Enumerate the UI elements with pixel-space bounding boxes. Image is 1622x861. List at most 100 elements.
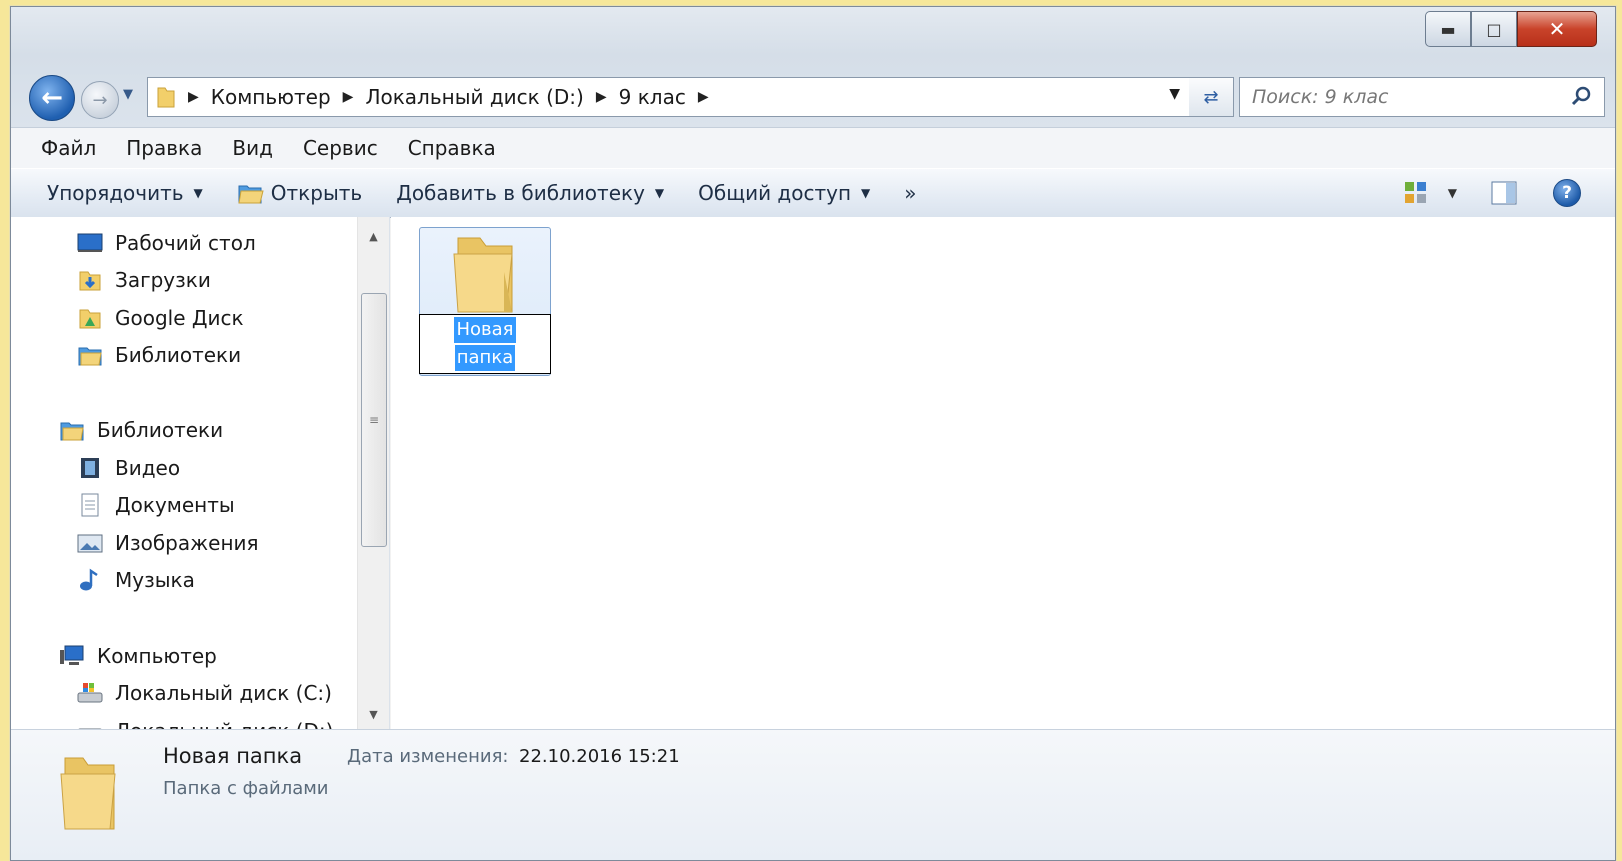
open-label: Открыть (270, 181, 363, 205)
downloads-icon (79, 271, 101, 291)
minimize-button[interactable]: ▬ (1425, 11, 1471, 47)
close-button[interactable]: ✕ (1517, 11, 1597, 47)
forward-button[interactable]: → (81, 81, 119, 119)
details-type: Папка с файлами (163, 778, 329, 799)
add-to-library-button[interactable]: Добавить в библиотеку ▼ (396, 181, 664, 205)
crumb-separator-icon[interactable]: ▶ (596, 89, 607, 105)
rename-text-line2[interactable]: папка (454, 345, 516, 371)
scroll-up-icon[interactable]: ▲ (358, 221, 389, 251)
refresh-button[interactable]: ⇄ (1189, 77, 1234, 117)
nav-item-drive-c[interactable]: Локальный диск (C:) (77, 681, 332, 705)
nav-label: Библиотеки (115, 343, 242, 367)
drive-d-icon (78, 728, 102, 729)
add-to-library-label: Добавить в библиотеку (396, 181, 645, 205)
nav-label: Видео (115, 456, 181, 480)
share-button[interactable]: Общий доступ ▼ (698, 181, 870, 205)
search-box[interactable] (1239, 77, 1605, 117)
scroll-down-icon[interactable]: ▼ (358, 699, 389, 729)
details-pane: Новая папка Папка с файлами Дата изменен… (11, 729, 1615, 860)
nav-label: Локальный диск (D:) (115, 719, 333, 729)
explorer-window: ▬ □ ✕ ← → ▼ ▶ Компьютер ▶ Локальный диск… (10, 6, 1616, 861)
open-folder-icon (238, 185, 264, 204)
refresh-icon: ⇄ (1203, 86, 1219, 108)
nav-scrollbar[interactable]: ▲ ≡ ▼ (357, 217, 389, 729)
chevron-down-icon: ▼ (861, 186, 871, 200)
folder-icon (157, 87, 175, 108)
desktop-icon (77, 233, 103, 252)
command-bar-right: ▼ ? (1404, 169, 1615, 217)
nav-label: Музыка (115, 568, 195, 592)
drive-c-icon (77, 683, 103, 703)
search-input[interactable] (1250, 85, 1554, 109)
nav-label: Загрузки (115, 268, 211, 292)
folder-icon (60, 757, 116, 830)
nav-item-documents[interactable]: Документы (77, 493, 235, 517)
menu-file[interactable]: Файл (41, 134, 96, 162)
address-bar[interactable]: ▶ Компьютер ▶ Локальный диск (D:) ▶ 9 кл… (147, 77, 1191, 117)
pictures-icon (77, 534, 103, 553)
menu-help[interactable]: Справка (408, 134, 496, 162)
nav-label: Локальный диск (C:) (115, 681, 332, 705)
computer-icon (60, 645, 84, 665)
help-icon[interactable]: ? (1553, 179, 1581, 207)
libraries-icon (60, 422, 84, 441)
share-label: Общий доступ (698, 181, 852, 205)
google-drive-icon (79, 309, 101, 329)
menu-bar: Файл Правка Вид Сервис Справка (11, 127, 1615, 168)
open-button[interactable]: Открыть (237, 181, 362, 205)
file-item-new-folder[interactable]: Новая папка (419, 227, 551, 376)
nav-label: Google Диск (115, 306, 244, 330)
chevron-down-icon: ▼ (1447, 186, 1457, 200)
menu-view[interactable]: Вид (232, 134, 273, 162)
crumb-separator-icon[interactable]: ▶ (343, 89, 354, 105)
preview-pane-icon[interactable] (1491, 181, 1517, 205)
nav-item-google-drive[interactable]: Google Диск (77, 306, 244, 330)
caption-buttons: ▬ □ ✕ (1425, 11, 1597, 47)
nav-label: Изображения (115, 531, 259, 555)
nav-item-downloads[interactable]: Загрузки (77, 268, 211, 292)
menu-edit[interactable]: Правка (126, 134, 202, 162)
details-modified-label: Дата изменения: (347, 746, 509, 767)
back-button[interactable]: ← (29, 75, 75, 121)
chevron-down-icon: ▼ (193, 186, 203, 200)
music-icon (80, 568, 98, 591)
nav-item-desktop[interactable]: Рабочий стол (77, 231, 256, 255)
nav-item-video[interactable]: Видео (77, 456, 180, 480)
navigation-pane: Рабочий стол Загрузки Google Диск Библио… (11, 217, 390, 729)
nav-item-libraries-header[interactable]: Библиотеки (59, 418, 223, 442)
rename-field[interactable]: Новая папка (419, 314, 551, 374)
address-dropdown-icon[interactable]: ▼ (1169, 86, 1180, 102)
more-commands-button[interactable]: » (904, 181, 916, 205)
details-name: Новая папка (163, 744, 303, 768)
nav-item-computer[interactable]: Компьютер (59, 644, 217, 668)
nav-item-music[interactable]: Музыка (77, 568, 195, 592)
title-bar: ▬ □ ✕ ← → ▼ ▶ Компьютер ▶ Локальный диск… (11, 7, 1615, 127)
rename-text-line1[interactable]: Новая (454, 317, 516, 343)
change-view-button[interactable]: ▼ (1404, 181, 1457, 205)
maximize-button[interactable]: □ (1471, 11, 1517, 47)
crumb-separator-icon[interactable]: ▶ (188, 89, 199, 105)
search-icon[interactable] (1570, 84, 1594, 108)
chevron-down-icon: ▼ (654, 186, 665, 200)
folder-icon (453, 237, 513, 313)
breadcrumb-drive-d[interactable]: Локальный диск (D:) (365, 85, 583, 109)
history-dropdown-icon[interactable]: ▼ (123, 87, 133, 102)
nav-item-libraries[interactable]: Библиотеки (77, 343, 241, 367)
documents-icon (81, 493, 99, 517)
views-icon (1404, 182, 1426, 203)
video-icon (81, 458, 99, 478)
nav-label: Компьютер (97, 644, 217, 668)
menu-tools[interactable]: Сервис (303, 134, 378, 162)
nav-item-pictures[interactable]: Изображения (77, 531, 259, 555)
details-modified-value: 22.10.2016 15:21 (519, 746, 680, 767)
crumb-separator-icon[interactable]: ▶ (698, 89, 709, 105)
scrollbar-thumb[interactable]: ≡ (361, 293, 387, 547)
nav-item-drive-d[interactable]: Локальный диск (D:) (77, 719, 333, 729)
nav-label: Библиотеки (97, 418, 224, 442)
file-list[interactable]: Новая папка (391, 217, 1615, 729)
breadcrumb-computer[interactable]: Компьютер (211, 85, 331, 109)
nav-label: Рабочий стол (115, 231, 256, 255)
organize-label: Упорядочить (47, 181, 184, 205)
organize-button[interactable]: Упорядочить ▼ (47, 181, 203, 205)
breadcrumb-9-klas[interactable]: 9 клас (619, 85, 686, 109)
